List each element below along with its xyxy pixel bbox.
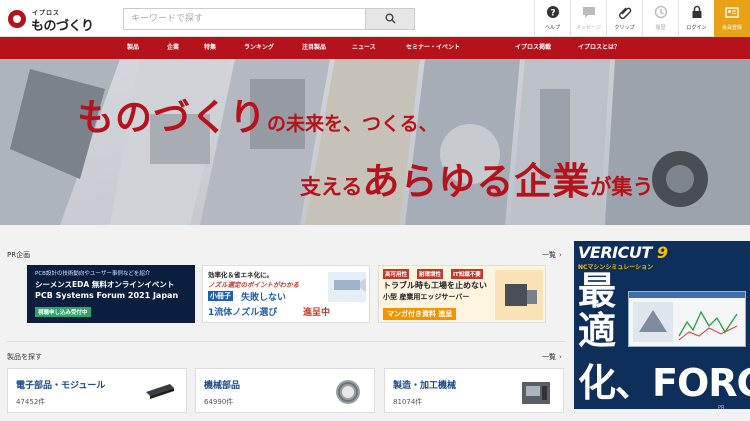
ad-version-text: 9	[656, 243, 668, 262]
banner2-line3: 失敗しない	[241, 293, 287, 303]
category-name: 電子部品・モジュール	[16, 381, 106, 391]
category-name: 製造・加工機械	[393, 381, 457, 391]
hero-gather-text: が集う	[590, 175, 654, 199]
help-icon: ?	[547, 6, 559, 19]
category-card-manufacturing-machines[interactable]: 製造・加工機械 81074件	[384, 368, 564, 413]
logo-mark-icon	[8, 10, 26, 28]
hero-support-text: 支える	[300, 175, 363, 199]
section-divider	[7, 341, 565, 342]
nav-item-seminar-event[interactable]: セミナー・イベント	[406, 37, 460, 59]
history-button[interactable]: 履歴	[642, 0, 678, 37]
message-button[interactable]: メッセージ	[570, 0, 606, 37]
login-button[interactable]: ログイン	[678, 0, 714, 37]
ad-chart-image	[629, 292, 745, 342]
ad-pr-label: PR	[718, 405, 725, 411]
nav-item-featured-products[interactable]: 注目製品	[302, 37, 326, 59]
banner3-line4: マンガ付き資料 進呈	[383, 308, 457, 320]
pr-banner-edge-server[interactable]: 高可用性 耐環境性 IT知識不要 トラブル時も工場を止めない 小型 産業用エッジ…	[378, 265, 546, 323]
nav-item-products[interactable]: 製品	[127, 37, 139, 59]
member-register-label: 会員登録	[721, 25, 742, 31]
logo-main-text: ものづくり	[31, 19, 94, 34]
banner3-line3: 小型 産業用エッジサーバー	[383, 293, 470, 301]
products-section-title: 製品を探す	[7, 353, 42, 361]
nav-item-about-ipros[interactable]: イプロスとは？	[578, 37, 620, 59]
banner1-line1: PCB設計の技術動向やユーザー事例などを紹介	[35, 271, 151, 277]
login-label: ログイン	[686, 25, 707, 31]
main-nav: 製品 企業 特集 ランキング 注目製品 ニュース セミナー・イベント イプロス掲…	[0, 37, 750, 59]
member-card-icon	[725, 7, 739, 18]
pr-banner-nozzle[interactable]: 効率化＆省エネ化に。 ノズル選定のポイントがわかる 小冊子 失敗しない 1流体ノ…	[202, 265, 370, 323]
banner1-line3: PCB Systems Forum 2021 Japan	[35, 291, 179, 300]
lock-icon	[692, 5, 702, 18]
help-label: ヘルプ	[544, 25, 560, 31]
ad-big-text-1: 最	[578, 269, 617, 313]
ad-big-text-3: 化、FORCE	[578, 361, 750, 405]
pr-section-title: PR企画	[7, 251, 31, 259]
ad-brand-text: VERICUT	[578, 243, 652, 262]
banner3-tag-1: 高可用性	[383, 269, 410, 279]
hero-headline-2: 支えるあらゆる企業が集う	[300, 151, 653, 205]
clip-button[interactable]: クリップ	[606, 0, 642, 37]
member-register-button[interactable]: 会員登録	[714, 0, 750, 37]
category-name: 機械部品	[204, 381, 241, 391]
ad-software-screenshot	[628, 291, 746, 347]
search-input[interactable]	[124, 9, 366, 29]
category-count: 47452件	[16, 398, 46, 406]
ad-brand: VERICUT 9	[578, 243, 668, 262]
cnc-machine-image	[522, 382, 550, 404]
svg-text:?: ?	[550, 9, 555, 19]
message-label: メッセージ	[576, 25, 601, 31]
nav-item-features[interactable]: 特集	[204, 37, 216, 59]
electronic-module-image	[146, 384, 174, 399]
help-button[interactable]: ? ヘルプ	[534, 0, 570, 37]
products-more-link[interactable]: 一覧 ›	[542, 352, 562, 362]
vericut-advertisement[interactable]: VERICUT 9 NCマシンシミュレーション 最 適 化、FORCE	[574, 241, 750, 409]
category-card-electronic-parts[interactable]: 電子部品・モジュール 47452件	[7, 368, 187, 413]
history-icon	[654, 5, 668, 19]
hero-banner[interactable]: ものづくりの未来を、つくる、 支えるあらゆる企業が集う	[0, 59, 750, 225]
search-icon	[385, 13, 396, 24]
banner2-line4: 1流体ノズル選び	[208, 308, 278, 318]
top-header: イプロス ものづくり ? ヘルプ メッセージ クリップ 履歴 ログイン 会員登録	[0, 0, 750, 37]
hero-future-text: の未来を、つくる、	[267, 113, 438, 135]
search-bar	[123, 8, 415, 30]
banner2-line3-tag: 小冊子	[208, 291, 233, 301]
category-card-machine-parts[interactable]: 機械部品 64990件	[195, 368, 375, 413]
hero-monozukuri-text: ものづくり	[77, 96, 267, 139]
pr-more-link[interactable]: 一覧 ›	[542, 250, 562, 260]
banner2-line4-tag: 進呈中	[303, 308, 331, 318]
category-count: 64990件	[204, 398, 234, 406]
nozzle-image	[328, 272, 366, 302]
banner3-line2: トラブル時も工場を止めない	[383, 281, 487, 290]
nav-item-news[interactable]: ニュース	[352, 37, 376, 59]
ad-big-text-2: 適	[578, 309, 617, 353]
products-more-label: 一覧	[542, 353, 556, 361]
banner3-tag-2: 耐環境性	[417, 269, 444, 279]
banner2-line1: 効率化＆省エネ化に。	[208, 271, 273, 279]
nav-item-companies[interactable]: 企業	[167, 37, 179, 59]
hero-headline-1: ものづくりの未来を、つくる、	[77, 87, 438, 141]
edge-server-image	[495, 270, 543, 320]
banner1-line4: 視聴申し込み受付中	[35, 307, 91, 317]
chevron-right-icon: ›	[559, 353, 562, 361]
clip-label: クリップ	[614, 25, 635, 31]
message-icon	[583, 7, 595, 18]
clip-icon	[619, 7, 632, 19]
pr-more-label: 一覧	[542, 251, 556, 259]
nav-item-ranking[interactable]: ランキング	[244, 37, 274, 59]
hero-all-companies-text: あらゆる企業	[362, 160, 591, 203]
banner2-line2: ノズル選定のポイントがわかる	[208, 281, 299, 289]
nav-item-ipros-listing[interactable]: イプロス掲載	[515, 37, 551, 59]
pr-banner-siemens[interactable]: PCB設計の技術動向やユーザー事例などを紹介 シーメンスEDA 無料オンラインイ…	[27, 265, 195, 323]
banner3-tag-3: IT知識不要	[451, 269, 483, 279]
history-label: 履歴	[655, 25, 666, 31]
banner1-line2: シーメンスEDA 無料オンラインイベント	[35, 280, 175, 289]
category-count: 81074件	[393, 398, 423, 406]
chevron-right-icon: ›	[559, 251, 562, 259]
bearing-image	[336, 380, 360, 404]
site-logo[interactable]: イプロス ものづくり	[8, 7, 94, 34]
search-button[interactable]	[365, 9, 414, 29]
